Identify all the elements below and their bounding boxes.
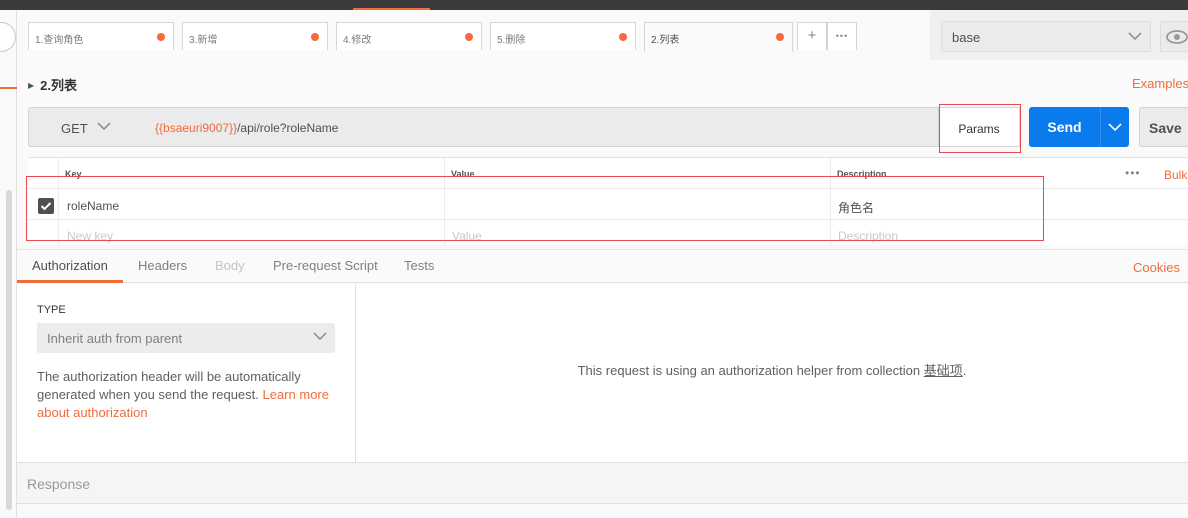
expand-triangle-icon: ▶ [28,81,35,90]
tab-5[interactable]: 5.删除 [490,22,636,50]
sidebar-search-circle[interactable] [0,22,16,52]
collection-link[interactable]: 基础项 [924,363,963,378]
tab-label: 5.删除 [497,35,526,46]
active-tab-underline [17,280,123,283]
url-variable: {{bsaeuri9007}} [155,121,238,135]
chevron-down-icon [1108,123,1122,132]
tab-body[interactable]: Body [215,258,245,273]
url-path: /api/role?roleName [237,121,339,135]
tab-3[interactable]: 3.新增 [182,22,328,50]
auth-type-value: Inherit auth from parent [47,331,183,346]
environment-quick-look-button[interactable] [1160,21,1188,52]
examples-link[interactable]: Examples [1132,76,1188,91]
auth-description-text: The authorization header will be automat… [37,369,301,402]
response-section[interactable]: Response [17,462,1188,504]
request-subtabs: Authorization Headers Body Pre-request S… [17,249,1188,283]
unsaved-dot-icon [311,33,319,41]
sidebar-active-indicator [0,87,17,89]
auth-description: The authorization header will be automat… [37,368,337,422]
new-tab-button[interactable]: + [797,22,827,50]
auth-helper-period: . [962,363,967,378]
send-options-button[interactable] [1100,107,1129,147]
auth-helper-panel: This request is using an authorization h… [356,284,1188,462]
unsaved-dot-icon [465,33,473,41]
tab-4[interactable]: 4.修改 [336,22,482,50]
auth-settings: TYPE Inherit auth from parent The author… [17,284,356,462]
environment-select[interactable]: base [941,21,1151,52]
save-button[interactable]: Save [1139,107,1188,147]
request-name[interactable]: ▶ 2.列表 [28,75,77,94]
tab-label: 3.新增 [189,35,218,46]
request-name-text: 2.列表 [40,78,77,93]
auth-type-label: TYPE [37,304,66,316]
chevron-down-icon [313,332,327,341]
tab-more-button[interactable]: ••• [827,22,857,50]
auth-helper-text: This request is using an authorization h… [577,363,921,378]
environment-value: base [952,30,981,45]
sidebar-collapsed [0,10,17,518]
auth-helper-message: This request is using an authorization h… [356,360,1188,379]
params-more-button[interactable]: ••• [1125,166,1141,180]
auth-type-select[interactable]: Inherit auth from parent [37,323,335,353]
url-input[interactable]: {{bsaeuri9007}}/api/role?roleName [143,107,939,147]
top-bar [0,0,1188,10]
cookies-link[interactable]: Cookies [1133,260,1180,275]
chevron-down-icon [1128,32,1142,41]
bulk-edit-link[interactable]: Bulk [1164,168,1187,182]
tab-label: 4.修改 [343,35,372,46]
tab-1[interactable]: 1.查询角色 [28,22,174,50]
unsaved-dot-icon [776,33,784,41]
unsaved-dot-icon [157,33,165,41]
tab-label: 2.列表 [651,35,680,46]
annotation-box-params-table [26,176,1044,241]
method-value: GET [61,121,88,136]
eye-icon [1166,30,1188,44]
tab-authorization[interactable]: Authorization [32,258,108,273]
annotation-box-params [939,104,1021,153]
tab-headers[interactable]: Headers [138,258,187,273]
tab-2-active[interactable]: 2.列表 [644,22,793,52]
tab-pre-request-script[interactable]: Pre-request Script [273,258,378,273]
tab-label: 1.查询角色 [35,35,84,46]
unsaved-dot-icon [619,33,627,41]
sidebar-scrollbar[interactable] [6,190,12,510]
bottom-area [17,504,1188,518]
tab-tests[interactable]: Tests [404,258,434,273]
method-select[interactable]: GET [28,107,144,147]
chevron-down-icon [97,122,111,131]
send-button[interactable]: Send [1029,107,1100,147]
